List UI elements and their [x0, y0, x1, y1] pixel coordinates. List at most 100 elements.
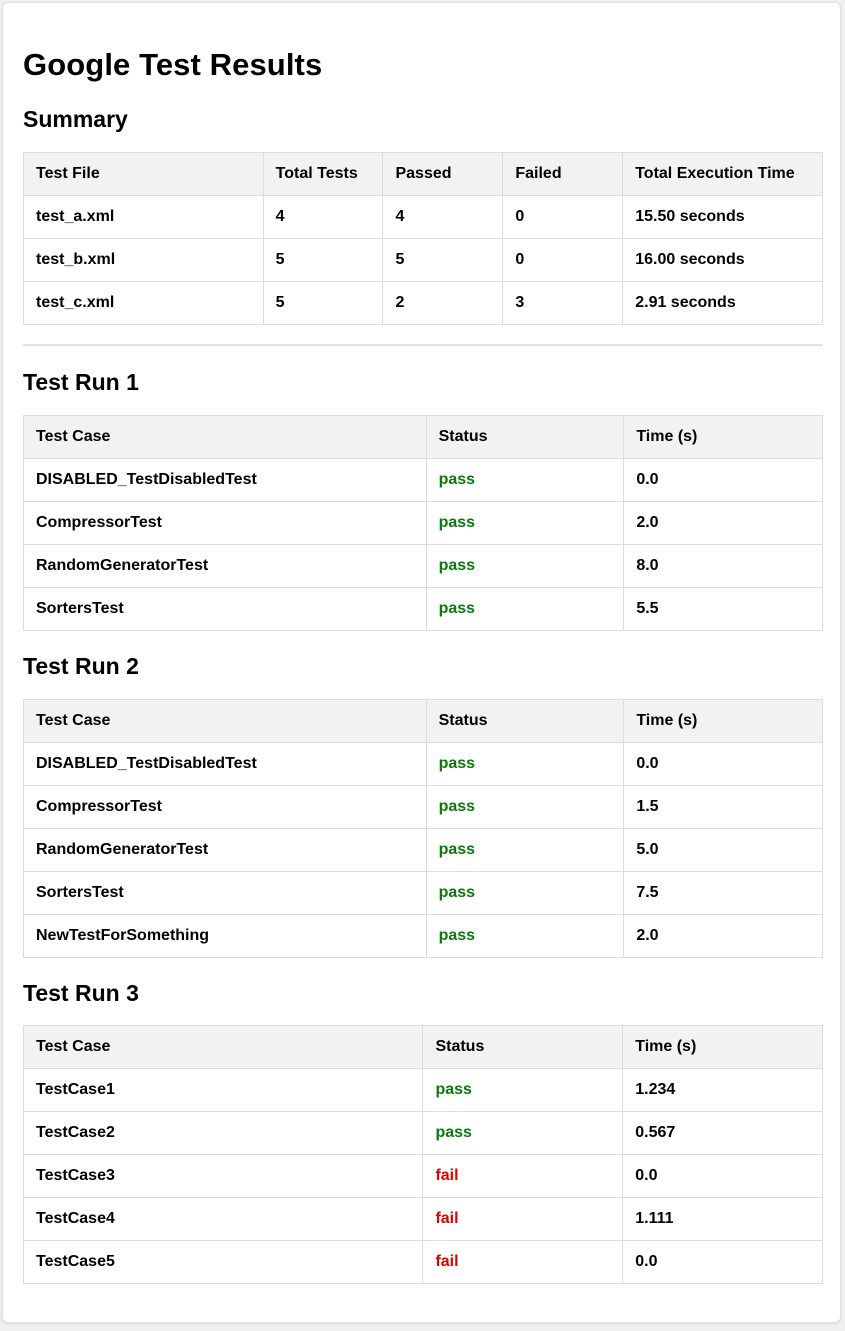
status-text: pass — [425, 785, 625, 829]
column-header: Time (s) — [622, 1025, 823, 1069]
table-cell: test_b.xml — [23, 238, 264, 282]
test-case-name: SortersTest — [23, 871, 427, 915]
time-value: 0.567 — [622, 1111, 823, 1155]
status-text: pass — [425, 587, 625, 631]
test-case-name: TestCase4 — [22, 1197, 424, 1241]
page-title: Google Test Results — [23, 47, 323, 82]
column-header: Total Execution Time — [622, 152, 823, 196]
time-value: 1.5 — [623, 785, 823, 829]
column-header: Total Tests — [262, 152, 384, 196]
table-row: TestCase1 pass 1.234 — [22, 1068, 823, 1112]
status-text: pass — [425, 828, 625, 872]
table-row: CompressorTest pass 2.0 — [23, 501, 823, 545]
time-value: 2.0 — [623, 914, 823, 958]
test-case-name: SortersTest — [23, 587, 427, 631]
run-header-row: Test Case Status Time (s) — [23, 699, 823, 743]
status-text: pass — [425, 742, 625, 786]
time-value: 1.234 — [622, 1068, 823, 1112]
table-row: test_b.xml 5 5 0 16.00 seconds — [23, 238, 823, 282]
status-text: pass — [425, 544, 625, 588]
table-cell: 4 — [262, 195, 384, 239]
time-value: 8.0 — [623, 544, 823, 588]
summary-heading: Summary — [23, 106, 128, 132]
table-cell: 2 — [382, 281, 504, 325]
status-text: pass — [425, 914, 625, 958]
table-row: TestCase2 pass 0.567 — [22, 1111, 823, 1155]
table-row: RandomGeneratorTest pass 5.0 — [23, 828, 823, 872]
table-row: NewTestForSomething pass 2.0 — [23, 914, 823, 958]
test-case-name: RandomGeneratorTest — [23, 828, 427, 872]
table-row: DISABLED_TestDisabledTest pass 0.0 — [23, 458, 823, 502]
time-value: 0.0 — [622, 1240, 823, 1284]
table-cell: 3 — [502, 281, 624, 325]
status-text: fail — [422, 1240, 624, 1284]
test-case-name: TestCase5 — [22, 1240, 424, 1284]
run-header-row: Test Case Status Time (s) — [22, 1025, 823, 1069]
test-case-name: CompressorTest — [23, 785, 427, 829]
status-text: pass — [425, 458, 625, 502]
table-row: DISABLED_TestDisabledTest pass 0.0 — [23, 742, 823, 786]
run-2-table: Test Case Status Time (s) DISABLED_TestDis… — [23, 699, 823, 958]
run-3-heading: Test Run 3 — [23, 980, 139, 1006]
column-header: Status — [425, 699, 625, 743]
test-case-name: DISABLED_TestDisabledTest — [23, 458, 427, 502]
table-row: TestCase3 fail 0.0 — [22, 1154, 823, 1198]
table-cell: 0 — [502, 238, 624, 282]
column-header: Test Case — [23, 415, 427, 459]
summary-table: Test File Total Tests Passed Failed Total Ex… — [23, 152, 823, 325]
test-case-name: NewTestForSomething — [23, 914, 427, 958]
column-header: Time (s) — [623, 415, 823, 459]
table-row: CompressorTest pass 1.5 — [23, 785, 823, 829]
test-case-name: CompressorTest — [23, 501, 427, 545]
table-cell: 4 — [382, 195, 504, 239]
test-case-name: DISABLED_TestDisabledTest — [23, 742, 427, 786]
run-2-heading: Test Run 2 — [23, 653, 139, 679]
table-cell: 5 — [262, 238, 384, 282]
time-value: 7.5 — [623, 871, 823, 915]
time-value: 5.0 — [623, 828, 823, 872]
status-text: fail — [422, 1197, 624, 1241]
run-1-heading: Test Run 1 — [23, 369, 139, 395]
table-cell: 15.50 seconds — [622, 195, 823, 239]
table-cell: test_a.xml — [23, 195, 264, 239]
time-value: 5.5 — [623, 587, 823, 631]
status-text: pass — [422, 1068, 624, 1112]
table-cell: 5 — [262, 281, 384, 325]
run-header-row: Test Case Status Time (s) — [23, 415, 823, 459]
table-cell: 0 — [502, 195, 624, 239]
test-case-name: TestCase3 — [22, 1154, 424, 1198]
time-value: 0.0 — [623, 458, 823, 502]
column-header: Passed — [382, 152, 504, 196]
column-header: Time (s) — [623, 699, 823, 743]
table-cell: 2.91 seconds — [622, 281, 823, 325]
status-text: pass — [422, 1111, 624, 1155]
test-case-name: RandomGeneratorTest — [23, 544, 427, 588]
table-cell: 16.00 seconds — [622, 238, 823, 282]
column-header: Test Case — [22, 1025, 424, 1069]
report-card: Google Test Results Summary Test File Tot… — [2, 2, 841, 1323]
test-case-name: TestCase2 — [22, 1111, 424, 1155]
column-header: Status — [422, 1025, 624, 1069]
summary-header-row: Test File Total Tests Passed Failed Total Ex… — [23, 152, 823, 196]
table-cell: 5 — [382, 238, 504, 282]
status-text: pass — [425, 871, 625, 915]
section-divider — [23, 344, 823, 346]
column-header: Test File — [23, 152, 264, 196]
status-text: fail — [422, 1154, 624, 1198]
time-value: 0.0 — [622, 1154, 823, 1198]
time-value: 1.111 — [622, 1197, 823, 1241]
time-value: 0.0 — [623, 742, 823, 786]
table-cell: test_c.xml — [23, 281, 264, 325]
test-case-name: TestCase1 — [22, 1068, 424, 1112]
time-value: 2.0 — [623, 501, 823, 545]
column-header: Failed — [502, 152, 624, 196]
column-header: Test Case — [23, 699, 427, 743]
table-row: TestCase4 fail 1.111 — [22, 1197, 823, 1241]
run-3-table: Test Case Status Time (s) TestCase1 pass 1.2… — [22, 1025, 823, 1284]
table-row: TestCase5 fail 0.0 — [22, 1240, 823, 1284]
table-row: SortersTest pass 7.5 — [23, 871, 823, 915]
table-row: RandomGeneratorTest pass 8.0 — [23, 544, 823, 588]
status-text: pass — [425, 501, 625, 545]
column-header: Status — [425, 415, 625, 459]
table-row: SortersTest pass 5.5 — [23, 587, 823, 631]
